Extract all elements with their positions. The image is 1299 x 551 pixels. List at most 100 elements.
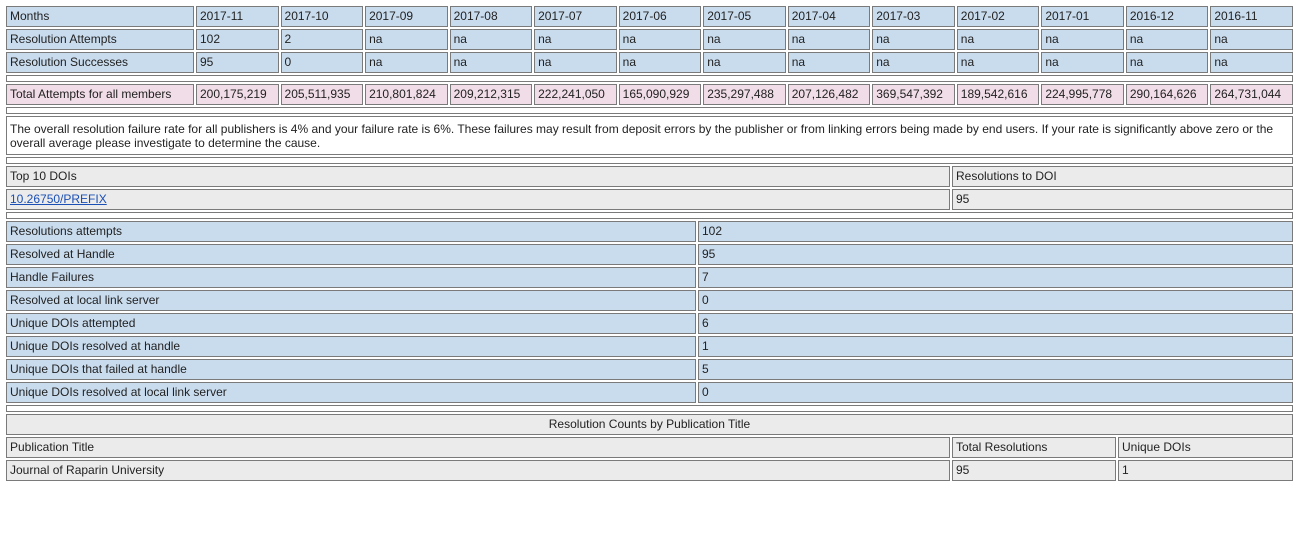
attempts-cell: na (787, 29, 871, 50)
months-label: Months (6, 6, 194, 27)
attempts-cell: na (534, 29, 617, 50)
attempts-cell: na (872, 29, 955, 50)
total-resolutions-header: Total Resolutions (952, 437, 1116, 458)
summary-label: Resolved at Handle (6, 244, 696, 265)
month-cell: 2017-02 (956, 6, 1040, 27)
divider (6, 107, 1293, 114)
successes-cell: na (449, 52, 533, 73)
summary-label: Resolved at local link server (6, 290, 696, 311)
month-cell: 2017-08 (449, 6, 533, 27)
attempts-cell: na (1125, 29, 1209, 50)
successes-cell: na (872, 52, 955, 73)
summary-value: 0 (698, 382, 1293, 403)
summary-row: Resolutions attempts 102 (6, 221, 1293, 242)
summary-label: Unique DOIs resolved at local link serve… (6, 382, 696, 403)
summary-value: 5 (698, 359, 1293, 380)
doi-resolution-count: 95 (952, 189, 1293, 210)
attempts-cell: na (703, 29, 786, 50)
summary-label: Handle Failures (6, 267, 696, 288)
attempts-cell: 2 (280, 29, 364, 50)
publication-counts-table: Resolution Counts by Publication Title P… (4, 412, 1295, 483)
divider (6, 75, 1293, 82)
attempts-cell: na (618, 29, 702, 50)
total-cell: 165,090,929 (618, 84, 702, 105)
monthly-stats-table: Months 2017-11 2017-10 2017-09 2017-08 2017-… (4, 4, 1295, 166)
month-cell: 2017-04 (787, 6, 871, 27)
attempts-cell: na (1041, 29, 1124, 50)
summary-label: Unique DOIs attempted (6, 313, 696, 334)
successes-cell: 95 (196, 52, 279, 73)
attempts-row: Resolution Attempts 102 2 na na na na na na na na… (6, 29, 1293, 50)
totals-row: Total Attempts for all members 200,175,2… (6, 84, 1293, 105)
top-dois-header: Top 10 DOIs (6, 166, 950, 187)
month-cell: 2016-11 (1210, 6, 1293, 27)
successes-cell: na (534, 52, 617, 73)
total-cell: 235,297,488 (703, 84, 786, 105)
summary-row: Unique DOIs attempted 6 (6, 313, 1293, 334)
doi-link[interactable]: 10.26750/PREFIX (10, 192, 107, 206)
doi-row: 10.26750/PREFIX 95 (6, 189, 1293, 210)
month-cell: 2017-07 (534, 6, 617, 27)
successes-cell: na (1125, 52, 1209, 73)
month-cell: 2017-03 (872, 6, 955, 27)
summary-row: Handle Failures 7 (6, 267, 1293, 288)
divider (6, 212, 1293, 219)
unique-dois-header: Unique DOIs (1118, 437, 1293, 458)
month-cell: 2017-05 (703, 6, 786, 27)
attempts-cell: na (449, 29, 533, 50)
publication-title: Journal of Raparin University (6, 460, 950, 481)
failure-rate-note: The overall resolution failure rate for … (6, 116, 1293, 155)
months-row: Months 2017-11 2017-10 2017-09 2017-08 2017-… (6, 6, 1293, 27)
attempts-cell: na (365, 29, 448, 50)
totals-label: Total Attempts for all members (6, 84, 194, 105)
publication-row: Journal of Raparin University 95 1 (6, 460, 1293, 481)
attempts-cell: na (1210, 29, 1293, 50)
month-cell: 2017-09 (365, 6, 448, 27)
total-cell: 200,175,219 (196, 84, 279, 105)
attempts-cell: na (956, 29, 1040, 50)
publication-unique: 1 (1118, 460, 1293, 481)
top-dois-table: Top 10 DOIs Resolutions to DOI 10.26750/… (4, 164, 1295, 221)
successes-cell: na (956, 52, 1040, 73)
summary-row: Unique DOIs that failed at handle 5 (6, 359, 1293, 380)
month-cell: 2017-06 (618, 6, 702, 27)
summary-value: 7 (698, 267, 1293, 288)
total-cell: 264,731,044 (1210, 84, 1293, 105)
summary-label: Unique DOIs that failed at handle (6, 359, 696, 380)
total-cell: 210,801,824 (365, 84, 448, 105)
successes-cell: na (787, 52, 871, 73)
total-cell: 222,241,050 (534, 84, 617, 105)
month-cell: 2016-12 (1125, 6, 1209, 27)
summary-value: 102 (698, 221, 1293, 242)
successes-cell: na (703, 52, 786, 73)
summary-row: Resolved at Handle 95 (6, 244, 1293, 265)
total-cell: 209,212,315 (449, 84, 533, 105)
successes-cell: na (1210, 52, 1293, 73)
publication-section-title: Resolution Counts by Publication Title (6, 414, 1293, 435)
attempts-label: Resolution Attempts (6, 29, 194, 50)
summary-value: 6 (698, 313, 1293, 334)
publication-title-header: Publication Title (6, 437, 950, 458)
successes-cell: na (365, 52, 448, 73)
total-cell: 189,542,616 (956, 84, 1040, 105)
total-cell: 290,164,626 (1125, 84, 1209, 105)
top-dois-header-row: Top 10 DOIs Resolutions to DOI (6, 166, 1293, 187)
month-cell: 2017-01 (1041, 6, 1124, 27)
publication-header-row: Publication Title Total Resolutions Uniq… (6, 437, 1293, 458)
summary-row: Unique DOIs resolved at handle 1 (6, 336, 1293, 357)
divider (6, 157, 1293, 164)
total-cell: 207,126,482 (787, 84, 871, 105)
resolution-summary-table: Resolutions attempts 102 Resolved at Handl… (4, 219, 1295, 414)
summary-row: Unique DOIs resolved at local link serve… (6, 382, 1293, 403)
summary-label: Resolutions attempts (6, 221, 696, 242)
summary-label: Unique DOIs resolved at handle (6, 336, 696, 357)
total-cell: 224,995,778 (1041, 84, 1124, 105)
total-cell: 205,511,935 (280, 84, 364, 105)
summary-row: Resolved at local link server 0 (6, 290, 1293, 311)
successes-cell: na (1041, 52, 1124, 73)
successes-cell: 0 (280, 52, 364, 73)
summary-value: 0 (698, 290, 1293, 311)
month-cell: 2017-11 (196, 6, 279, 27)
successes-row: Resolution Successes 95 0 na na na na na na na na… (6, 52, 1293, 73)
successes-label: Resolution Successes (6, 52, 194, 73)
